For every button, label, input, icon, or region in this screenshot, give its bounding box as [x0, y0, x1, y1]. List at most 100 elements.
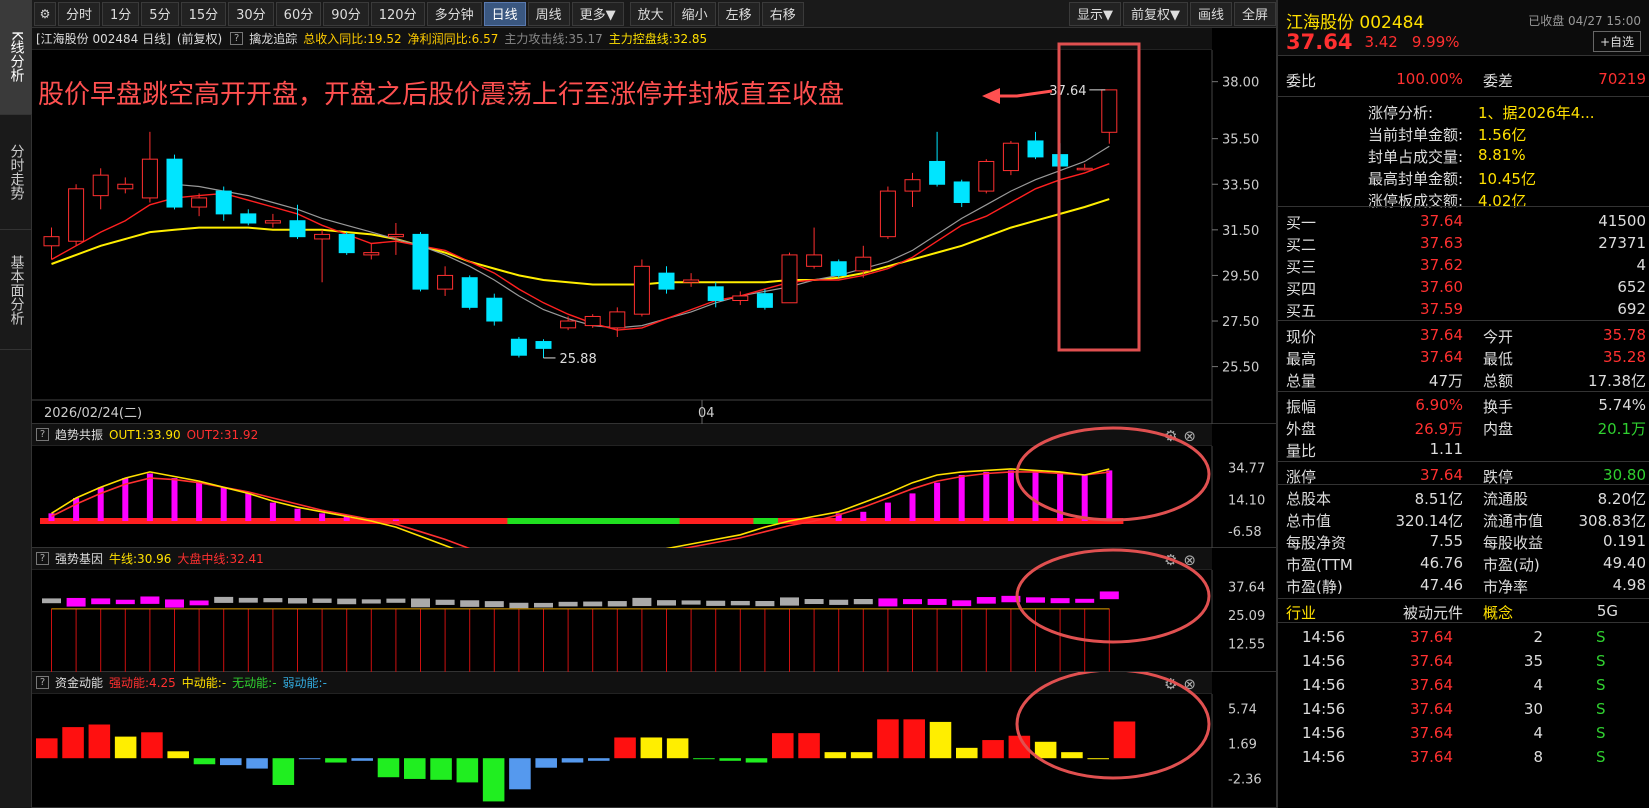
period-button[interactable]: 1分	[102, 1, 140, 26]
trend-band	[605, 518, 632, 524]
money-bar	[456, 758, 479, 783]
trend-bar	[958, 475, 965, 521]
bid-price: 37.60	[1420, 278, 1463, 296]
gene-box	[632, 597, 652, 607]
money-bar	[693, 758, 715, 760]
trend-band	[679, 518, 706, 524]
gene-box	[853, 599, 873, 605]
toolbar-right-button[interactable]: 画线	[1189, 1, 1232, 26]
gene-box	[927, 598, 947, 605]
stat-key: 市盈(动)	[1483, 556, 1540, 574]
tick-direction: S	[1596, 748, 1606, 766]
period-button[interactable]: 多分钟	[426, 1, 482, 26]
stat-value: 35.78	[1603, 326, 1646, 344]
candle-body	[92, 174, 109, 197]
action-button[interactable]: 左移	[717, 1, 760, 26]
annotation-text: 股价早盘跳空高开开盘，开盘之后股价震荡上行至涨停并封板直至收盘	[38, 80, 844, 110]
gear-icon[interactable]: ⚙	[34, 1, 56, 26]
period-button[interactable]: 日线	[483, 1, 526, 26]
period-button[interactable]: 90分	[323, 1, 369, 26]
candle-body	[314, 233, 331, 240]
gene-box	[263, 598, 283, 603]
tick-volume: 2	[1533, 628, 1543, 646]
period-button[interactable]: 15分	[180, 1, 227, 26]
trend-bar	[146, 473, 153, 521]
gene-box	[214, 596, 234, 603]
trend-panel[interactable]: ? 趋势共振 OUT1:33.90 OUT2:31.92 ⚙ ⊗ 34.77 14.…	[32, 424, 1276, 548]
money-bar	[1087, 758, 1109, 760]
limit-analysis-value: 4.02亿	[1478, 192, 1527, 210]
divider	[1278, 391, 1649, 392]
tick-time: 14:56	[1302, 748, 1346, 766]
main-kline-panel[interactable]: [江海股份 002484 日线] (前复权) ? 擒龙追踪 总收入同比:19.5…	[32, 28, 1276, 424]
money-bar	[798, 733, 820, 759]
money-bar	[298, 758, 321, 760]
industry-label: 行业	[1286, 604, 1317, 622]
tab-intraday[interactable]: 分时走势	[0, 115, 32, 230]
trend-bar	[860, 511, 867, 521]
candle-body	[756, 293, 773, 308]
stat-key: 流通股	[1483, 490, 1529, 508]
tick-volume: 8	[1533, 748, 1543, 766]
candle-body	[240, 213, 257, 224]
money-panel[interactable]: ? 资金动能 强动能:4.25 中动能:- 无动能:- 弱动能:- ⚙ ⊗ 5.7…	[32, 672, 1276, 808]
period-button[interactable]: 分时	[58, 1, 101, 26]
candle-body	[658, 272, 675, 290]
stat-value: 0.191	[1603, 532, 1646, 550]
divider	[1278, 461, 1649, 462]
candle-body	[1027, 140, 1044, 158]
gene-panel[interactable]: ? 强势基因 牛线:30.96 大盘中线:32.41 ⚙ ⊗ 37.64 25.09…	[32, 548, 1276, 672]
stat-key: 量比	[1286, 442, 1317, 460]
period-button[interactable]: 30分	[228, 1, 274, 26]
add-watchlist-button[interactable]: +自选	[1592, 31, 1641, 52]
money-bar	[36, 738, 58, 759]
bid-volume: 27371	[1598, 234, 1646, 252]
gene-box	[1099, 591, 1119, 600]
period-button[interactable]: 120分	[370, 1, 425, 26]
money-bar	[193, 758, 216, 765]
bid-level: 买五	[1286, 302, 1317, 320]
candle-body	[43, 236, 60, 247]
bid-volume: 41500	[1598, 212, 1646, 230]
y-tick-label: -2.36	[1228, 773, 1262, 788]
action-button[interactable]: 缩小	[673, 1, 716, 26]
stat-key: 总量	[1286, 372, 1317, 390]
bid-price: 37.63	[1420, 234, 1463, 252]
candle-body	[683, 279, 700, 283]
y-tick-label: -6.58	[1228, 525, 1262, 540]
bid-price: 37.64	[1420, 212, 1463, 230]
toolbar-right-button[interactable]: 显示▼	[1068, 1, 1121, 26]
chart-area[interactable]: [江海股份 002484 日线] (前复权) ? 擒龙追踪 总收入同比:19.5…	[32, 28, 1276, 808]
period-button[interactable]: 更多▼	[571, 1, 624, 26]
highlight-ellipse	[1015, 672, 1211, 780]
annotation-arrowhead	[982, 88, 1000, 104]
toolbar-right-button[interactable]: 前复权▼	[1122, 1, 1188, 26]
money-bar	[588, 758, 610, 761]
gene-box	[780, 597, 799, 606]
gene-box	[681, 600, 701, 605]
period-button[interactable]: 60分	[275, 1, 322, 26]
stat-value: 37.64	[1420, 348, 1463, 366]
limit-analysis-value: 10.45亿	[1478, 170, 1536, 188]
divider	[1278, 484, 1649, 485]
money-bar	[929, 721, 952, 759]
stat-value: 320.14亿	[1395, 512, 1464, 530]
action-button[interactable]: 放大	[629, 1, 672, 26]
period-button[interactable]: 周线	[527, 1, 570, 26]
period-button[interactable]: 5分	[141, 1, 179, 26]
tab-label: 分时走势	[8, 144, 25, 200]
tab-fundamentals[interactable]: 基本面分析	[0, 230, 32, 350]
bid-level: 买三	[1286, 258, 1317, 276]
tick-volume: 30	[1523, 700, 1543, 718]
stat-value: 46.76	[1420, 554, 1463, 572]
trend-bar	[269, 502, 276, 521]
tab-k-line-analysis[interactable]: K线分析	[0, 0, 32, 115]
tick-volume: 4	[1533, 724, 1543, 742]
stat-key: 内盘	[1483, 420, 1514, 438]
candle-body	[978, 160, 995, 192]
toolbar-right-button[interactable]: 全屏	[1233, 1, 1276, 26]
action-button[interactable]: 右移	[761, 1, 804, 26]
stat-key: 现价	[1286, 328, 1317, 346]
gene-box	[411, 598, 430, 608]
money-bar	[167, 751, 189, 759]
